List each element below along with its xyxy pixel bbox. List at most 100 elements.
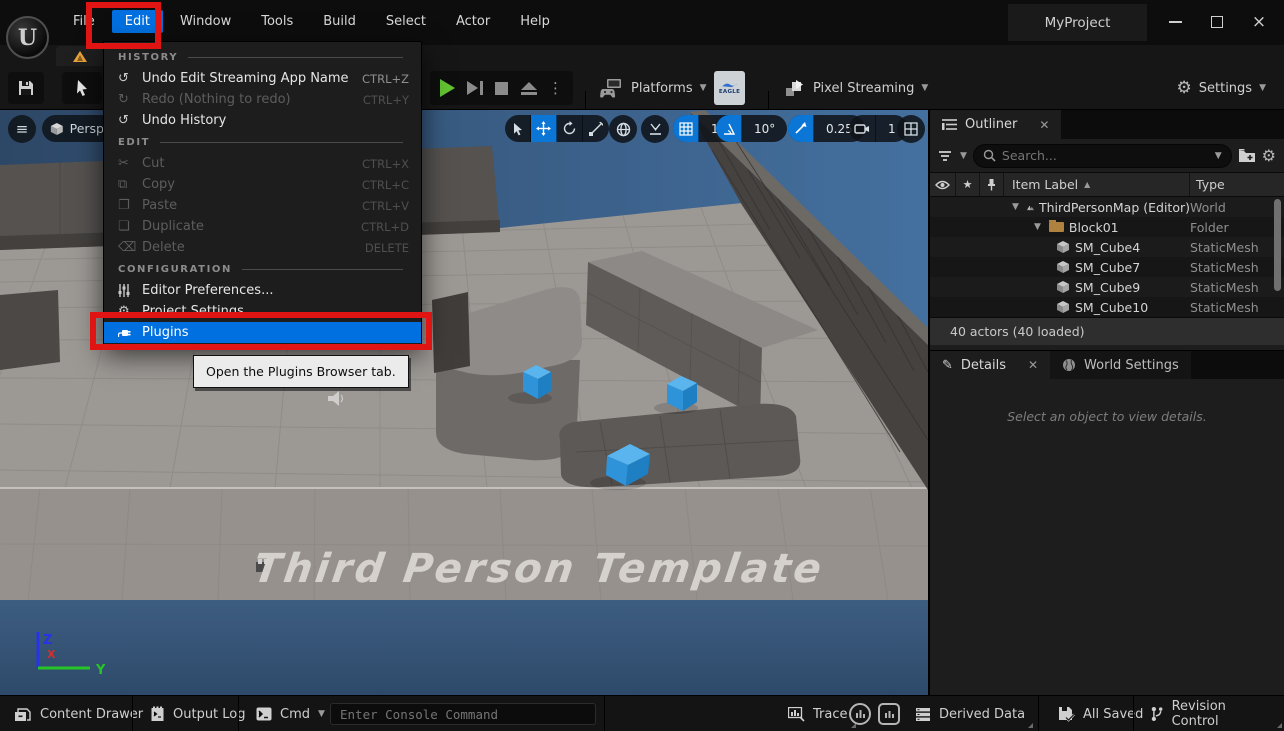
content-drawer-button[interactable]: Content Drawer: [4, 696, 153, 731]
menu-item-delete[interactable]: ⌫ Delete DELETE: [104, 237, 421, 258]
editor-preferences-icon: [118, 284, 142, 297]
table-row[interactable]: ▼ ThirdPersonMap (Editor) World: [930, 197, 1284, 217]
scale-tool-button[interactable]: [583, 115, 609, 142]
menu-item-undo[interactable]: ↺ Undo Edit Streaming App Name CTRL+Z: [104, 68, 421, 89]
save-status-icon: [1058, 706, 1075, 722]
pixel-streaming-button[interactable]: Pixel Streaming ▼: [784, 78, 928, 98]
platforms-button[interactable]: Platforms ▼: [600, 78, 707, 98]
menu-item-paste[interactable]: ❐ Paste CTRL+V: [104, 195, 421, 216]
snapshot-icon: [878, 703, 900, 725]
all-saved-button[interactable]: All Saved: [1048, 696, 1153, 731]
cmd-dropdown-button[interactable]: Cmd ▼: [246, 696, 335, 731]
play-button[interactable]: [434, 74, 461, 102]
unreal-editor-window: U File Edit Window Tools Build Select Ac…: [0, 0, 1284, 731]
menu-item-undo-history[interactable]: ↺ Undo History: [104, 110, 421, 131]
perspective-cube-icon: [50, 121, 64, 137]
maximize-button[interactable]: [1196, 8, 1238, 36]
frame-skip-button[interactable]: [461, 74, 488, 102]
create-folder-icon[interactable]: [1238, 148, 1256, 163]
stop-button[interactable]: [488, 74, 515, 102]
settings-button[interactable]: ⚙ Settings ▼: [1177, 78, 1267, 98]
viewport-options-button[interactable]: ≡: [8, 115, 36, 143]
table-row[interactable]: ▼ Block01 Folder: [930, 217, 1284, 237]
search-options-chevron-icon[interactable]: ▼: [1215, 151, 1222, 161]
filter-chevron-icon[interactable]: ▼: [960, 151, 967, 161]
menu-select[interactable]: Select: [373, 10, 439, 33]
menu-item-plugins[interactable]: Plugins: [104, 322, 421, 343]
tooltip: Open the Plugins Browser tab.: [193, 355, 409, 388]
quad-view-button[interactable]: [897, 115, 925, 143]
favorite-column-header[interactable]: ★: [956, 173, 980, 196]
minimize-button[interactable]: [1154, 8, 1196, 36]
table-row[interactable]: SM_Cube9 StaticMesh: [930, 277, 1284, 297]
perspective-button[interactable]: Persp: [42, 115, 104, 142]
rotation-snap-toggle[interactable]: [716, 115, 742, 142]
svg-text:Z: Z: [43, 633, 52, 648]
rotate-tool-button[interactable]: [557, 115, 583, 142]
menu-item-editor-preferences[interactable]: Editor Preferences...: [104, 280, 421, 301]
menu-item-copy[interactable]: ⧉ Copy CTRL+C: [104, 174, 421, 195]
details-empty-message: Select an object to view details.: [930, 409, 1284, 424]
stop-icon: [495, 82, 508, 95]
select-tool-button[interactable]: [505, 115, 531, 142]
surface-snapping-button[interactable]: [641, 115, 669, 143]
tab-close-icon[interactable]: ✕: [1039, 118, 1049, 132]
expand-arrow-icon[interactable]: ▼: [1034, 222, 1041, 232]
item-label-column-header[interactable]: Item Label ▲: [1004, 173, 1190, 196]
table-row[interactable]: SM_Cube10 StaticMesh: [930, 297, 1284, 317]
close-button[interactable]: ×: [1238, 8, 1280, 36]
filter-icon[interactable]: [938, 150, 954, 162]
tab-world-settings[interactable]: World Settings: [1050, 351, 1191, 379]
pin-column-header[interactable]: [980, 173, 1004, 196]
scale-snap-toggle[interactable]: [788, 115, 814, 142]
expand-arrow-icon[interactable]: ▼: [1012, 202, 1019, 212]
search-input[interactable]: [1002, 148, 1209, 163]
eagle-plugin-button[interactable]: EAGLE: [714, 71, 745, 105]
camera-speed-button[interactable]: [849, 115, 876, 142]
outliner-scrollbar[interactable]: [1274, 199, 1281, 291]
menu-help[interactable]: Help: [507, 10, 563, 33]
outliner-settings-gear-icon[interactable]: ⚙: [1262, 146, 1276, 165]
insights-button[interactable]: [845, 696, 875, 731]
save-button[interactable]: [8, 72, 44, 104]
menu-item-redo[interactable]: ↻ Redo (Nothing to redo) CTRL+Y: [104, 89, 421, 110]
type-column-header[interactable]: Type: [1190, 173, 1284, 196]
menu-file[interactable]: File: [60, 10, 108, 33]
profiler-icon: [849, 703, 871, 725]
table-row[interactable]: SM_Cube7 StaticMesh: [930, 257, 1284, 277]
world-local-transform-button[interactable]: [609, 115, 637, 143]
console-command-input[interactable]: [330, 703, 596, 725]
menu-item-cut[interactable]: ✂ Cut CTRL+X: [104, 153, 421, 174]
maximize-icon: [1211, 16, 1223, 28]
derived-data-button[interactable]: Derived Data: [905, 696, 1035, 731]
screenshot-button[interactable]: [874, 696, 904, 731]
output-log-icon: [150, 706, 165, 722]
menu-window[interactable]: Window: [167, 10, 244, 33]
menu-item-project-settings[interactable]: ⚙ Project Settings: [104, 301, 421, 322]
edit-dropdown-menu: HISTORY ↺ Undo Edit Streaming App Name C…: [103, 41, 422, 345]
visibility-column-header[interactable]: [930, 173, 956, 196]
move-tool-button[interactable]: [531, 115, 557, 142]
menu-edit[interactable]: Edit: [112, 10, 163, 33]
tab-details[interactable]: ✎ Details ✕: [930, 351, 1050, 379]
eject-button[interactable]: [515, 74, 542, 102]
table-row[interactable]: SM_Cube4 StaticMesh: [930, 237, 1284, 257]
tab-outliner-label: Outliner: [965, 117, 1017, 132]
pixel-streaming-icon: [784, 78, 806, 98]
outliner-search[interactable]: ▼: [973, 144, 1232, 168]
level-tab[interactable]: [56, 46, 104, 66]
chevron-down-icon: ▼: [921, 83, 928, 93]
select-mode-button[interactable]: [62, 72, 102, 104]
play-options-button[interactable]: ⋮: [542, 74, 569, 102]
menu-tools[interactable]: Tools: [248, 10, 306, 33]
tab-close-icon[interactable]: ✕: [1028, 358, 1038, 372]
grid-snap-toggle[interactable]: [673, 115, 699, 142]
menu-build[interactable]: Build: [310, 10, 369, 33]
menu-item-duplicate[interactable]: ❏ Duplicate CTRL+D: [104, 216, 421, 237]
tab-outliner[interactable]: Outliner ✕: [930, 110, 1061, 139]
menu-actor[interactable]: Actor: [443, 10, 503, 33]
rotate-icon: [562, 121, 577, 136]
rotation-snap-value[interactable]: 10°: [742, 115, 787, 142]
tooltip-text: Open the Plugins Browser tab.: [206, 364, 396, 379]
revision-control-button[interactable]: Revision Control: [1140, 696, 1284, 731]
